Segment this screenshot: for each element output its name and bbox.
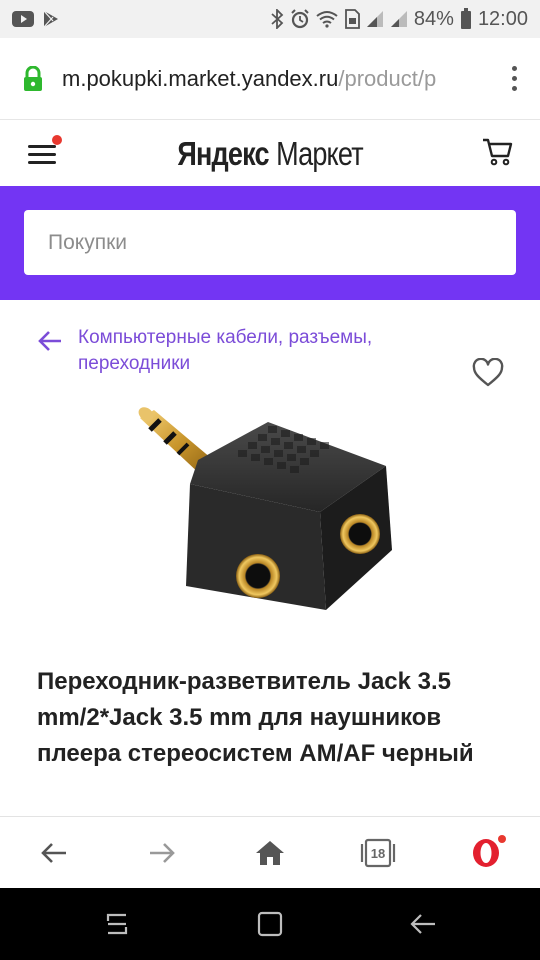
battery-icon xyxy=(460,8,472,30)
sim-icon xyxy=(344,9,360,29)
status-right: 84% 12:00 xyxy=(270,8,528,31)
logo[interactable]: Яндекс Маркет xyxy=(177,134,364,173)
arrow-left-icon[interactable] xyxy=(36,327,64,355)
heart-icon[interactable] xyxy=(472,357,504,388)
tabs-count: 18 xyxy=(370,845,386,861)
notification-dot xyxy=(52,135,62,145)
back-icon[interactable] xyxy=(393,894,453,954)
tabs-icon[interactable]: 18 xyxy=(350,825,406,881)
home-square-icon[interactable] xyxy=(240,894,300,954)
kebab-icon[interactable] xyxy=(502,66,526,91)
bluetooth-icon xyxy=(270,9,284,29)
back-arrow-icon[interactable] xyxy=(26,825,82,881)
cart-icon[interactable] xyxy=(482,135,514,167)
opera-icon[interactable] xyxy=(458,825,514,881)
clock: 12:00 xyxy=(477,7,528,30)
breadcrumb-link[interactable]: Компьютерные кабели, разъемы, переходник… xyxy=(78,325,456,377)
breadcrumb[interactable]: Компьютерные кабели, разъемы, переходник… xyxy=(36,325,456,377)
status-bar: 84% 12:00 xyxy=(0,0,540,38)
logo-product: Маркет xyxy=(275,134,364,172)
search-input[interactable] xyxy=(24,210,516,275)
url-host: m.pokupki.market.yandex.ru xyxy=(62,65,339,91)
lock-icon xyxy=(22,65,44,92)
signal-icon xyxy=(390,10,408,28)
hamburger-icon[interactable] xyxy=(28,135,62,167)
alarm-icon xyxy=(290,9,310,29)
search-band xyxy=(0,186,540,300)
browser-toolbar: 18 xyxy=(0,816,540,888)
product-title: Переходник-разветвитель Jack 3.5 mm/2*Ja… xyxy=(37,668,474,767)
home-icon[interactable] xyxy=(242,825,298,881)
wifi-icon xyxy=(316,10,338,28)
youtube-icon xyxy=(12,11,34,27)
opera-notification-dot xyxy=(498,834,506,843)
logo-brand: Яндекс xyxy=(177,134,269,172)
url-path: /product/p xyxy=(338,65,437,91)
recents-icon[interactable] xyxy=(87,894,147,954)
signal-icon xyxy=(366,10,384,28)
battery-percent: 84% xyxy=(413,7,454,30)
status-left xyxy=(12,10,60,28)
url-text[interactable]: m.pokupki.market.yandex.ru/product/p xyxy=(62,66,474,92)
android-nav-bar xyxy=(0,888,540,960)
address-bar[interactable]: m.pokupki.market.yandex.ru/product/p xyxy=(0,38,540,120)
app-header: Яндекс Маркет xyxy=(0,121,540,186)
audio-splitter-adapter-image xyxy=(130,400,420,640)
forward-arrow-icon[interactable] xyxy=(134,825,190,881)
play-store-icon xyxy=(42,10,60,28)
